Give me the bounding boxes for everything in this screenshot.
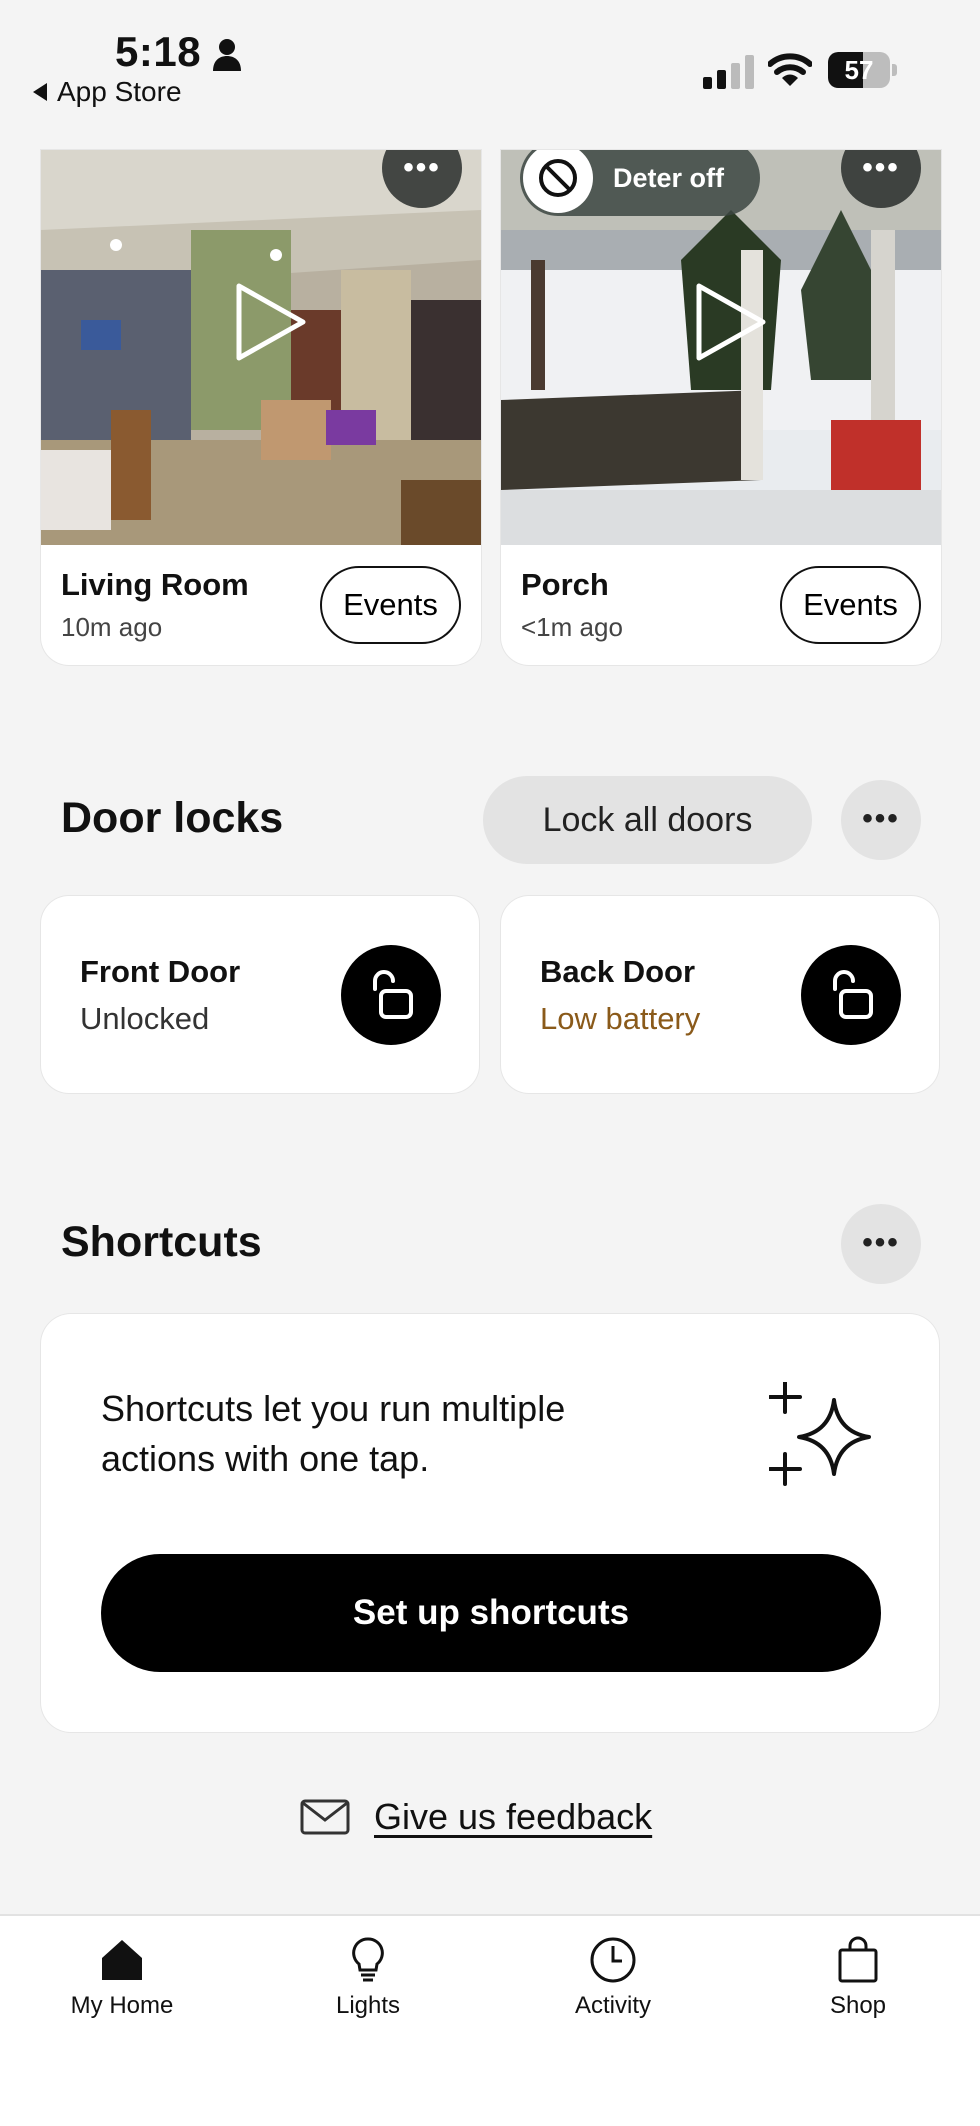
tab-label: My Home xyxy=(70,1992,174,2019)
lock-card-back-door[interactable]: Back Door Low battery xyxy=(501,896,939,1093)
camera-card-porch[interactable]: Deter off ••• Porch <1m ago Events xyxy=(501,150,941,665)
play-icon[interactable] xyxy=(687,280,771,364)
feedback-link[interactable]: Give us feedback xyxy=(300,1796,652,1838)
feedback-label: Give us feedback xyxy=(374,1796,653,1837)
camera-last-seen: <1m ago xyxy=(521,612,623,642)
tab-label: Lights xyxy=(335,1992,401,2019)
wifi-icon xyxy=(768,53,812,86)
lock-card-front-door[interactable]: Front Door Unlocked xyxy=(41,896,479,1093)
tab-lights[interactable]: Lights xyxy=(288,1936,448,2020)
battery-indicator: 57 xyxy=(828,52,898,88)
more-dots-icon: ••• xyxy=(403,151,441,184)
lock-status: Unlocked xyxy=(80,1001,210,1036)
shortcuts-more-button[interactable]: ••• xyxy=(841,1204,921,1284)
lock-status: Low battery xyxy=(540,1001,701,1036)
shortcuts-card: Shortcuts let you run multiple actions w… xyxy=(41,1314,939,1732)
events-button[interactable]: Events xyxy=(780,566,921,644)
door-locks-title: Door locks xyxy=(61,794,284,842)
clock-icon xyxy=(590,1937,636,1983)
set-up-shortcuts-button[interactable]: Set up shortcuts xyxy=(101,1554,881,1672)
more-dots-icon: ••• xyxy=(862,1226,900,1259)
battery-percent: 57 xyxy=(844,55,874,85)
camera-last-seen: 10m ago xyxy=(61,612,163,642)
camera-name: Porch xyxy=(521,567,609,602)
bottom-tab-bar: My Home Lights Activity Shop xyxy=(0,1914,980,2126)
shortcuts-description: Shortcuts let you run multiple actions w… xyxy=(101,1388,566,1479)
play-icon[interactable] xyxy=(227,280,311,364)
status-time: 5:18 xyxy=(115,28,202,75)
door-locks-more-button[interactable]: ••• xyxy=(841,780,921,860)
shortcuts-title: Shortcuts xyxy=(61,1218,262,1266)
home-icon xyxy=(102,1940,142,1980)
back-app-label: App Store xyxy=(57,76,182,107)
events-button[interactable]: Events xyxy=(320,566,461,644)
unlock-button[interactable] xyxy=(341,945,441,1045)
unlocked-padlock-icon xyxy=(833,970,873,1019)
camera-card-living-room[interactable]: ••• Living Room 10m ago Events xyxy=(41,150,481,665)
cellular-signal-icon xyxy=(703,55,754,89)
deter-toggle[interactable]: Deter off xyxy=(520,150,760,216)
lock-name: Front Door xyxy=(80,954,241,989)
camera-name: Living Room xyxy=(61,567,249,602)
tab-label: Activity xyxy=(574,1992,651,2019)
tab-shop[interactable]: Shop xyxy=(778,1936,938,2020)
mail-icon xyxy=(300,1799,350,1835)
deter-label: Deter off xyxy=(613,162,725,193)
tab-activity[interactable]: Activity xyxy=(533,1936,693,2020)
shopping-bag-icon xyxy=(838,1936,878,1983)
lock-all-doors-button[interactable]: Lock all doors xyxy=(483,776,812,864)
sparkle-icon xyxy=(769,1382,871,1486)
unlock-button[interactable] xyxy=(801,945,901,1045)
back-arrow-icon xyxy=(33,83,47,101)
more-dots-icon: ••• xyxy=(862,151,900,184)
tab-label: Shop xyxy=(829,1992,887,2019)
deter-off-icon xyxy=(539,159,577,197)
back-to-app-store[interactable]: App Store xyxy=(33,76,182,108)
unlocked-padlock-icon xyxy=(373,970,413,1019)
lock-name: Back Door xyxy=(540,954,696,989)
person-icon xyxy=(213,39,241,71)
more-dots-icon: ••• xyxy=(862,802,900,835)
tab-my-home[interactable]: My Home xyxy=(42,1936,202,2020)
lightbulb-icon xyxy=(352,1937,384,1982)
